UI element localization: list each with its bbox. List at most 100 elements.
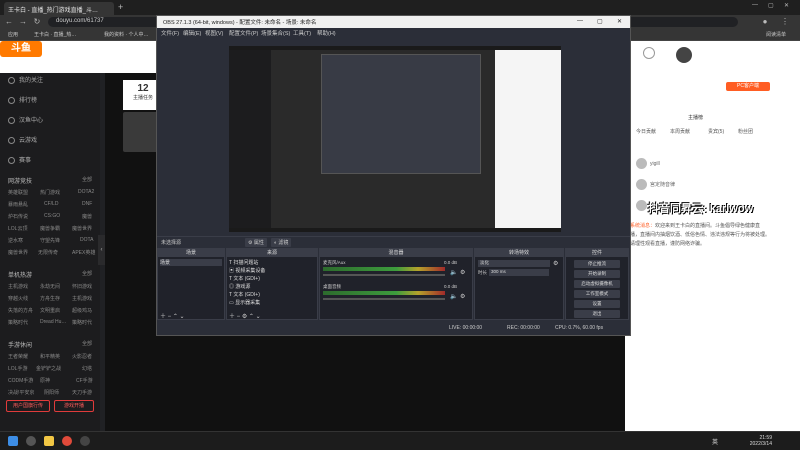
category-tag[interactable]: 热门游戏	[40, 189, 60, 196]
bookmark-apps[interactable]: 应用	[8, 31, 18, 38]
collapse-nav-handle[interactable]: ‹	[98, 235, 105, 265]
category-tag[interactable]: 失落的方舟	[8, 307, 33, 314]
menu-file[interactable]: 文件(F)	[161, 29, 179, 37]
transition-select[interactable]: 淡化	[478, 260, 550, 267]
source-item[interactable]: ▭ 显示器采集	[229, 299, 260, 306]
menu-edit[interactable]: 编辑(E)	[183, 29, 201, 37]
settings-button[interactable]: 设置	[574, 300, 620, 308]
menu-help[interactable]: 帮助(H)	[317, 29, 336, 37]
file-explorer-icon[interactable]	[44, 436, 54, 446]
category-tag[interactable]: 决战!平安京	[8, 389, 34, 396]
reading-list[interactable]: 阅读清单	[766, 31, 786, 38]
menu-icon[interactable]: ⋮	[780, 17, 790, 27]
category-tag[interactable]: 原神	[40, 377, 50, 384]
new-tab-button[interactable]: +	[118, 2, 123, 12]
clock[interactable]: 21:59 2022/3/14	[750, 435, 772, 447]
duration-input[interactable]: 300 ms	[489, 269, 549, 276]
category-tag[interactable]: 火影忍者	[72, 353, 92, 360]
bookmark-profile[interactable]: 我的资料 · 个人中…	[104, 31, 148, 38]
category-tag[interactable]: 无限传奇	[38, 249, 58, 256]
menu-profile[interactable]: 配置文件(P)	[229, 29, 258, 37]
input-language[interactable]: 英	[712, 437, 718, 446]
scene-item[interactable]: 场景	[160, 259, 222, 266]
source-add-remove[interactable]: ＋ − ⚙ ⌃ ⌄	[229, 311, 261, 320]
category-tag[interactable]: 天刀手游	[72, 389, 92, 396]
category-tag[interactable]: 超级鸡马	[72, 307, 92, 314]
category-tag[interactable]: 逆水寒	[8, 237, 23, 244]
forward-icon[interactable]: →	[18, 17, 28, 27]
menu-scene-collection[interactable]: 场景集合(S)	[261, 29, 290, 37]
speaker-icon[interactable]: 🔈	[450, 269, 457, 276]
category-tag[interactable]: LOL手游	[8, 365, 27, 372]
stop-streaming-button[interactable]: 停止推流	[574, 260, 620, 268]
category-tag[interactable]: 永劫无间	[40, 283, 60, 290]
douyu-logo[interactable]: 斗鱼	[0, 41, 42, 57]
category-tag[interactable]: 阴阳师	[44, 389, 59, 396]
header-icon-history[interactable]	[643, 47, 655, 59]
category-tag[interactable]: 魔兽世界	[8, 249, 28, 256]
obs-icon[interactable]	[80, 436, 90, 446]
source-item[interactable]: T 文本 (GDI+)	[229, 275, 260, 282]
category-tag[interactable]: 魔兽争霸	[40, 225, 60, 232]
menu-tools[interactable]: 工具(T)	[293, 29, 311, 37]
studio-mode-button[interactable]: 工作室模式	[574, 290, 620, 298]
nav-item-center[interactable]: 汉鱼中心	[8, 115, 98, 127]
category-tag[interactable]: 穿越火线	[8, 295, 28, 302]
category-tag[interactable]: CF手游	[76, 377, 93, 384]
virtual-camera-button[interactable]: 启动虚拟摄像机	[574, 280, 620, 288]
scene-add-remove[interactable]: ＋ − ⌃ ⌄	[160, 311, 185, 320]
category-tag[interactable]: 主机游戏	[8, 283, 28, 290]
tab-fans[interactable]: 粉丝团	[738, 128, 753, 135]
section-more-link[interactable]: 全部	[82, 340, 92, 347]
category-tag[interactable]: 魔兽世界	[72, 225, 92, 232]
browser-tab[interactable]: 王卡白 - 直播_热门游戏直播_斗…	[4, 2, 114, 15]
category-tag[interactable]: CODM手游	[8, 377, 33, 384]
search-icon[interactable]	[26, 436, 36, 446]
reload-icon[interactable]: ↻	[32, 17, 42, 27]
window-maximize-icon[interactable]: ▢	[768, 2, 774, 9]
obs-minimize-icon[interactable]: —	[577, 18, 583, 24]
schedule-button[interactable]: 用户国旗行传	[6, 400, 50, 412]
avatar[interactable]	[676, 47, 692, 63]
window-minimize-icon[interactable]: —	[752, 2, 758, 8]
source-item[interactable]: ▣ 视频采集设备	[229, 267, 265, 274]
tab-today[interactable]: 今日贡献	[636, 128, 656, 135]
profile-icon[interactable]: ●	[760, 17, 770, 27]
exit-button[interactable]: 退出	[574, 310, 620, 318]
category-tag[interactable]: 策略时代	[8, 319, 28, 326]
category-tag[interactable]: 暴雨悬乱	[8, 201, 28, 208]
category-tag[interactable]: DNF	[82, 201, 92, 207]
nav-item-events[interactable]: 赛事	[8, 155, 98, 167]
tab-week[interactable]: 本周贡献	[670, 128, 690, 135]
category-tag[interactable]: DOTA	[80, 237, 94, 243]
gear-icon[interactable]: ⚙	[460, 269, 465, 276]
speaker-icon[interactable]: 🔈	[450, 293, 457, 300]
category-tag[interactable]: DOTA2	[78, 189, 94, 195]
obs-preview[interactable]	[229, 46, 561, 232]
rank-user-row[interactable]: 宫定随音律	[636, 179, 675, 193]
start-recording-button[interactable]: 开始录制	[574, 270, 620, 278]
bookmark-wangkabai[interactable]: 王卡白 · 直播_热…	[34, 31, 76, 38]
start-icon[interactable]	[8, 436, 18, 446]
properties-button[interactable]: ⚙ 属性	[245, 238, 267, 247]
category-tag[interactable]: Dread Hu…	[40, 319, 66, 325]
source-item[interactable]: T 文本 (GDI+)	[229, 291, 260, 298]
category-tag[interactable]: 怀旧游戏	[72, 283, 92, 290]
rank-user-row[interactable]: yigill	[636, 158, 660, 172]
category-tag[interactable]: 英雄联盟	[8, 189, 28, 196]
gear-icon[interactable]: ⚙	[460, 293, 465, 300]
category-tag[interactable]: 方舟生存	[40, 295, 60, 302]
category-tag[interactable]: 策略时代	[72, 319, 92, 326]
nav-item-cloud-game[interactable]: 云游戏	[8, 135, 98, 147]
category-tag[interactable]: 魔兽	[82, 213, 92, 220]
category-tag[interactable]: LOL云顶	[8, 225, 27, 232]
category-tag[interactable]: 王者荣耀	[8, 353, 28, 360]
tab-vip[interactable]: 贵宾(5)	[708, 128, 724, 135]
obs-close-icon[interactable]: ✕	[617, 18, 622, 25]
category-tag[interactable]: 幻塔	[82, 365, 92, 372]
category-tag[interactable]: CS:GO	[44, 213, 60, 219]
category-tag[interactable]: 炉石传说	[8, 213, 28, 220]
source-item[interactable]: T 扫描问题站	[229, 259, 258, 266]
back-icon[interactable]: ←	[4, 17, 14, 27]
menu-view[interactable]: 视图(V)	[205, 29, 223, 37]
